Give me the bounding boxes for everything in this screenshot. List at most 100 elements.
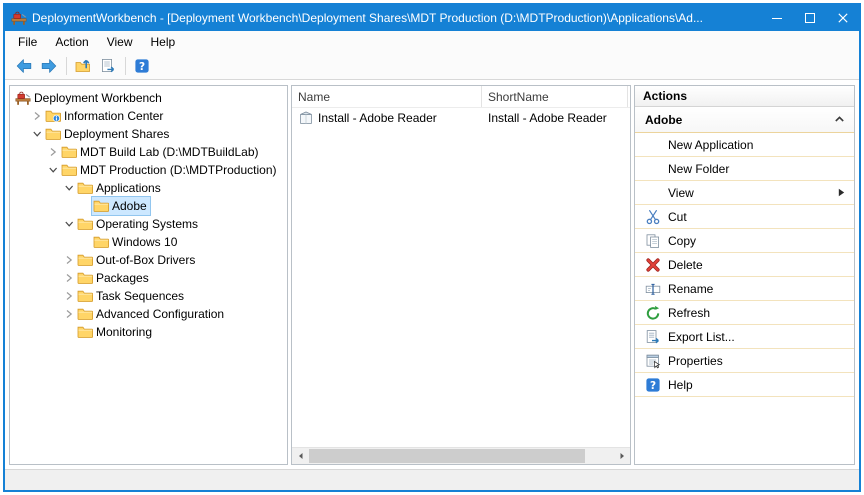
- window-title: DeploymentWorkbench - [Deployment Workbe…: [32, 11, 760, 25]
- tree-collapse-icon[interactable]: [30, 129, 44, 139]
- tree-node[interactable]: Operating Systems: [76, 215, 201, 233]
- tree-item-operating-systems[interactable]: Operating Systems: [10, 215, 287, 233]
- folder-icon: [61, 162, 77, 178]
- tree-item-packages[interactable]: Packages: [10, 269, 287, 287]
- tree-item-label: Deployment Shares: [61, 127, 169, 141]
- menu-action[interactable]: Action: [46, 31, 97, 53]
- tree-expand-icon[interactable]: [46, 147, 60, 157]
- maximize-button[interactable]: [793, 5, 826, 31]
- tree-expand-icon[interactable]: [62, 309, 76, 319]
- back-button[interactable]: [12, 55, 36, 78]
- help-icon: ?: [134, 58, 150, 74]
- tree-node[interactable]: Applications: [76, 179, 164, 197]
- tree: Deployment Workbench Information Center De…: [10, 89, 287, 341]
- export-report-button[interactable]: [96, 55, 120, 78]
- tree-node[interactable]: Task Sequences: [76, 287, 187, 305]
- folder-icon: [93, 234, 109, 250]
- folder-icon: [77, 270, 93, 286]
- tree-item-label: MDT Production (D:\MDTProduction): [77, 163, 277, 177]
- tree-expand-icon[interactable]: [62, 291, 76, 301]
- action-label: Copy: [668, 234, 696, 248]
- collapse-group-icon[interactable]: [834, 114, 845, 125]
- tree-node[interactable]: Packages: [76, 269, 152, 287]
- action-properties[interactable]: Properties: [635, 349, 854, 373]
- tree-node[interactable]: Windows 10: [92, 233, 180, 251]
- action-export-list[interactable]: Export List...: [635, 325, 854, 349]
- tree-item-mdt-build-lab-d-mdtbuildlab[interactable]: MDT Build Lab (D:\MDTBuildLab): [10, 143, 287, 161]
- tree-node[interactable]: MDT Build Lab (D:\MDTBuildLab): [60, 143, 262, 161]
- tree-node[interactable]: Monitoring: [76, 323, 155, 341]
- close-button[interactable]: [826, 5, 859, 31]
- scroll-left-icon[interactable]: [292, 448, 309, 464]
- workbench-icon: [15, 90, 31, 106]
- tree-collapse-icon[interactable]: [46, 165, 60, 175]
- tree-item-deployment-workbench[interactable]: Deployment Workbench: [10, 89, 287, 107]
- forward-button[interactable]: [37, 55, 61, 78]
- properties-icon: [645, 353, 661, 369]
- action-help[interactable]: ?Help: [635, 373, 854, 397]
- tree-expand-icon[interactable]: [62, 273, 76, 283]
- tree-node[interactable]: Information Center: [44, 107, 166, 125]
- tree-item-deployment-shares[interactable]: Deployment Shares: [10, 125, 287, 143]
- scrollbar-thumb[interactable]: [309, 449, 585, 463]
- action-cut[interactable]: Cut: [635, 205, 854, 229]
- tree-item-information-center[interactable]: Information Center: [10, 107, 287, 125]
- help-icon: ?: [645, 377, 661, 393]
- tree-pane: Deployment Workbench Information Center De…: [9, 85, 288, 465]
- action-label: Export List...: [668, 330, 735, 344]
- menu-file[interactable]: File: [9, 31, 46, 53]
- minimize-icon: [769, 10, 785, 26]
- action-delete[interactable]: Delete: [635, 253, 854, 277]
- tree-item-mdt-production-d-mdtproduction[interactable]: MDT Production (D:\MDTProduction): [10, 161, 287, 179]
- cell-name: Install - Adobe Reader: [292, 110, 482, 126]
- tree-node[interactable]: Adobe: [92, 197, 150, 215]
- tree-node[interactable]: Advanced Configuration: [76, 305, 227, 323]
- scroll-right-icon[interactable]: [613, 448, 630, 464]
- menu-view[interactable]: View: [98, 31, 142, 53]
- menu-help[interactable]: Help: [142, 31, 185, 53]
- action-group-adobe[interactable]: Adobe: [635, 107, 854, 133]
- action-refresh[interactable]: Refresh: [635, 301, 854, 325]
- tree-item-applications[interactable]: Applications: [10, 179, 287, 197]
- action-rename[interactable]: Rename: [635, 277, 854, 301]
- tree-node[interactable]: MDT Production (D:\MDTProduction): [60, 161, 280, 179]
- back-arrow-icon: [16, 58, 32, 74]
- title-bar[interactable]: DeploymentWorkbench - [Deployment Workbe…: [5, 5, 859, 31]
- column-header-name[interactable]: Name: [292, 86, 482, 107]
- svg-text:?: ?: [139, 61, 145, 73]
- column-header-shortname[interactable]: ShortName: [482, 86, 628, 107]
- action-label: View: [668, 186, 694, 200]
- tree-expand-icon[interactable]: [30, 111, 44, 121]
- tree-item-adobe[interactable]: Adobe: [10, 197, 287, 215]
- help-button[interactable]: ?: [130, 55, 154, 78]
- export-list-icon: [645, 329, 661, 345]
- folder-icon: [77, 288, 93, 304]
- action-view[interactable]: View: [635, 181, 854, 205]
- tree-item-label: Advanced Configuration: [93, 307, 224, 321]
- tree-item-windows-10[interactable]: Windows 10: [10, 233, 287, 251]
- action-new-folder[interactable]: New Folder: [635, 157, 854, 181]
- cell-shortname: Install - Adobe Reader: [482, 111, 628, 125]
- folder-icon: [77, 306, 93, 322]
- svg-text:?: ?: [650, 380, 656, 392]
- minimize-button[interactable]: [760, 5, 793, 31]
- action-copy[interactable]: Copy: [635, 229, 854, 253]
- tree-node[interactable]: Out-of-Box Drivers: [76, 251, 198, 269]
- tree-collapse-icon[interactable]: [62, 183, 76, 193]
- tree-expand-icon[interactable]: [62, 255, 76, 265]
- rename-icon: [645, 281, 661, 297]
- tree-item-advanced-configuration[interactable]: Advanced Configuration: [10, 305, 287, 323]
- up-one-level-button[interactable]: [71, 55, 95, 78]
- action-new-application[interactable]: New Application: [635, 133, 854, 157]
- app-icon: [11, 10, 27, 26]
- tree-item-monitoring[interactable]: Monitoring: [10, 323, 287, 341]
- list-row-install-adobe-reader[interactable]: Install - Adobe Reader Install - Adobe Re…: [292, 108, 630, 128]
- cell-text: Install - Adobe Reader: [318, 111, 437, 125]
- tree-node[interactable]: Deployment Shares: [44, 125, 172, 143]
- tree-item-out-of-box-drivers[interactable]: Out-of-Box Drivers: [10, 251, 287, 269]
- tree-item-label: Deployment Workbench: [31, 91, 162, 105]
- tree-collapse-icon[interactable]: [62, 219, 76, 229]
- tree-node[interactable]: Deployment Workbench: [14, 89, 165, 107]
- horizontal-scrollbar[interactable]: [292, 447, 630, 464]
- tree-item-task-sequences[interactable]: Task Sequences: [10, 287, 287, 305]
